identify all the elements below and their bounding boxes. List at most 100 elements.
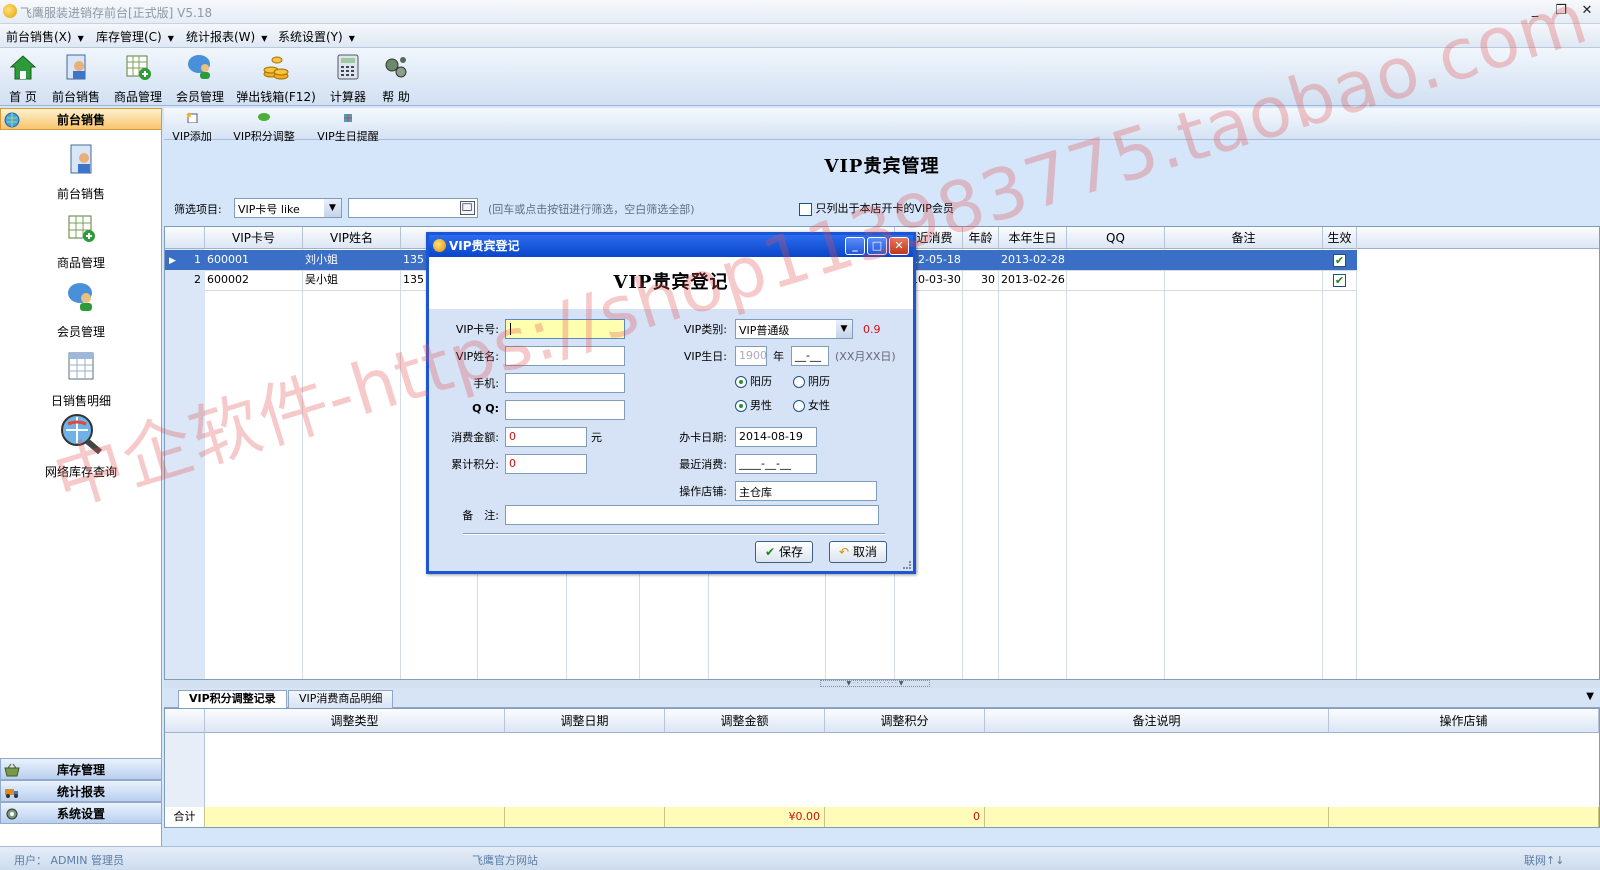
name-label: VIP姓名:: [455, 350, 499, 363]
gift-icon: [344, 114, 352, 122]
menu-settings[interactable]: 系统设置(Y) ▼: [278, 28, 355, 45]
filter-value-input[interactable]: [348, 198, 478, 218]
dialog-close-button[interactable]: ✕: [889, 237, 909, 255]
panel-collapse-icon[interactable]: ▼: [1586, 691, 1594, 702]
name-input[interactable]: [505, 346, 625, 366]
vip-birthday-reminder-button[interactable]: VIP生日提醒: [314, 111, 382, 144]
remark-input[interactable]: [505, 505, 879, 525]
only-this-store-checkbox[interactable]: 只列出于本店开卡的VIP会员: [799, 200, 954, 216]
column-header[interactable]: 调整金额: [665, 709, 825, 733]
cancel-button[interactable]: ↶ 取消: [829, 541, 887, 563]
official-site-link[interactable]: 飞鹰官方网站: [472, 852, 538, 868]
close-button[interactable]: ✕: [1576, 2, 1598, 20]
points-input[interactable]: 0: [505, 454, 587, 474]
active-checkbox[interactable]: ✔: [1333, 274, 1346, 287]
column-header[interactable]: VIP姓名: [303, 227, 401, 249]
open-date-input[interactable]: 2014-08-19: [735, 427, 817, 447]
sidebar-header-front-sales[interactable]: 前台销售: [0, 108, 162, 130]
home-button[interactable]: 首 页: [4, 52, 42, 105]
column-header[interactable]: 操作店铺: [1329, 709, 1599, 733]
discount-value: 0.9: [863, 323, 881, 336]
solar-radio[interactable]: 阳历: [735, 373, 772, 389]
lunar-radio[interactable]: 阴历: [793, 373, 830, 389]
total-amount: ¥0.00: [665, 807, 825, 827]
radio-button: [793, 376, 805, 388]
tab-consumption-details[interactable]: VIP消费商品明细: [288, 690, 394, 708]
store-input[interactable]: 主仓库: [735, 481, 877, 501]
leaf-icon: [258, 113, 270, 121]
active-checkbox[interactable]: ✔: [1333, 254, 1346, 267]
help-button[interactable]: 帮 助: [378, 52, 414, 105]
menu-front-sales[interactable]: 前台销售(X) ▼: [6, 28, 84, 45]
sidebar-item-front-sales[interactable]: 前台销售: [0, 142, 162, 202]
minimize-button[interactable]: _: [1524, 2, 1546, 20]
chevron-down-icon: ▼: [324, 199, 341, 217]
type-label: VIP类别:: [683, 323, 727, 336]
network-status: 联网↑↓: [1524, 854, 1565, 867]
product-management-button[interactable]: 商品管理: [112, 52, 164, 105]
column-header[interactable]: 调整日期: [505, 709, 665, 733]
qq-label: Q Q:: [472, 402, 499, 415]
column-header[interactable]: 本年生日: [999, 227, 1067, 249]
filter-field-select[interactable]: VIP卡号 like ▼: [234, 198, 342, 218]
splitter-grip[interactable]: ▼ · · · · · · · · · · · · ▼: [820, 680, 930, 687]
column-header[interactable]: 生效: [1323, 227, 1357, 249]
resize-grip[interactable]: [903, 561, 911, 569]
basket-icon: [4, 763, 20, 777]
radio-label: 男性: [750, 399, 772, 412]
sidebar-header-reports[interactable]: 统计报表: [0, 780, 162, 802]
tab-points-records[interactable]: VIP积分调整记录: [178, 690, 287, 708]
column-header[interactable]: 调整积分: [825, 709, 985, 733]
menu-inventory[interactable]: 库存管理(C) ▼: [96, 28, 174, 45]
column-header[interactable]: VIP卡号: [205, 227, 303, 249]
birth-year-input[interactable]: 1900: [735, 346, 767, 366]
vip-points-adjust-button[interactable]: VIP积分调整: [230, 111, 298, 144]
column-header[interactable]: 调整类型: [205, 709, 505, 733]
maximize-button[interactable]: ❐: [1550, 2, 1572, 20]
qq-input[interactable]: [505, 400, 625, 420]
menu-label: 库存管理(C): [96, 30, 162, 44]
column-header[interactable]: 备注: [1165, 227, 1323, 249]
female-radio[interactable]: 女性: [793, 397, 830, 413]
cash-drawer-button[interactable]: 弹出钱箱(F12): [234, 52, 318, 105]
menu-reports[interactable]: 统计报表(W) ▼: [186, 28, 267, 45]
amount-input[interactable]: 0: [505, 427, 587, 447]
filter-search-button[interactable]: [460, 201, 475, 215]
panel-splitter[interactable]: ▼ · · · · · · · · · · · · ▼: [164, 680, 1600, 688]
chevron-down-icon: ▼: [836, 320, 852, 338]
column-header[interactable]: 年龄: [963, 227, 999, 249]
dialog-title-bar[interactable]: VIP贵宾登记 _ □ ✕: [429, 235, 913, 257]
column-divider: [1164, 249, 1165, 679]
front-sales-button[interactable]: 前台销售: [50, 52, 102, 105]
toolbar-label: 商品管理: [113, 90, 162, 104]
sidebar-item-daily-sales[interactable]: 日销售明细: [0, 349, 162, 409]
sidebar-header-label: 库存管理: [56, 763, 105, 777]
sidebar-header-settings[interactable]: 系统设置: [0, 802, 162, 824]
sidebar-item-products[interactable]: 商品管理: [0, 211, 162, 271]
sidebar-header-inventory[interactable]: 库存管理: [0, 758, 162, 780]
row-header-column: [165, 733, 205, 807]
sidebar-item-network-inventory[interactable]: 网络库存查询: [0, 412, 162, 480]
dialog-minimize-button[interactable]: _: [845, 237, 865, 255]
calculator-button[interactable]: 计算器: [328, 52, 368, 105]
member-management-button[interactable]: 会员管理: [174, 52, 226, 105]
phone-input[interactable]: [505, 373, 625, 393]
column-header[interactable]: 备注说明: [985, 709, 1329, 733]
open-date-label: 办卡日期:: [679, 431, 727, 444]
male-radio[interactable]: 男性: [735, 397, 772, 413]
page-title: VIP贵宾管理: [824, 156, 940, 177]
grid-corner: [165, 227, 205, 249]
dialog-maximize-button[interactable]: □: [867, 237, 887, 255]
column-divider: [302, 249, 303, 679]
card-input[interactable]: [505, 319, 625, 339]
column-header[interactable]: QQ: [1067, 227, 1165, 249]
type-select[interactable]: VIP普通级 ▼: [735, 319, 853, 339]
save-button[interactable]: ✔ 保存: [755, 541, 813, 563]
recent-input[interactable]: ____-__-__: [735, 454, 817, 474]
vip-add-button[interactable]: VIP添加: [170, 111, 214, 144]
grid-corner: [165, 709, 205, 733]
sidebar-item-members[interactable]: 会员管理: [0, 280, 162, 340]
column-divider: [1066, 249, 1067, 679]
text-caret: [510, 323, 511, 335]
birth-month-day-input[interactable]: __-__: [791, 346, 829, 366]
